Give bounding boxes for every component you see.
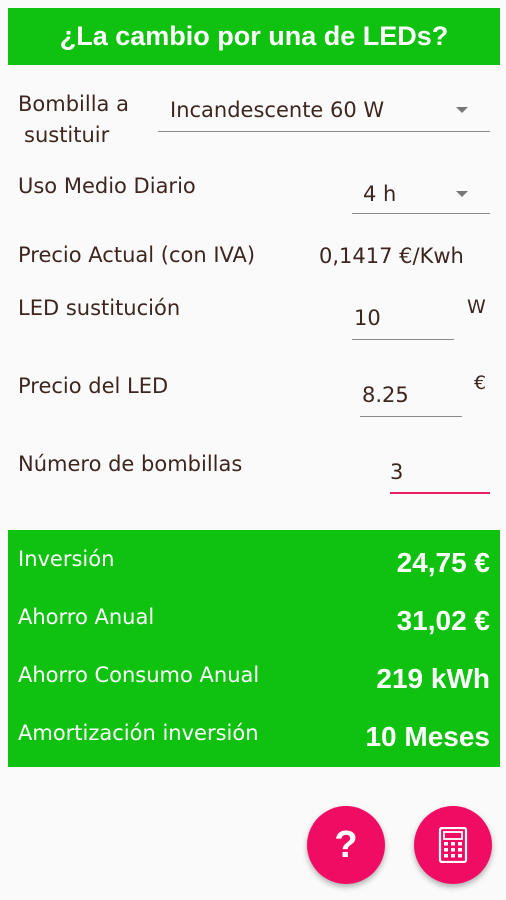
- led-price-unit: €: [474, 372, 487, 394]
- bulb-select-underline: [158, 131, 490, 132]
- led-watt-value: 10: [354, 306, 381, 330]
- led-price-label: Precio del LED: [18, 374, 169, 398]
- led-price-underline: [360, 416, 462, 417]
- app-header: ¿La cambio por una de LEDs?: [8, 8, 500, 65]
- dropdown-arrow-icon: [456, 191, 468, 197]
- led-watt-input[interactable]: 10: [352, 300, 454, 340]
- count-underline: [390, 492, 490, 494]
- annual-consumption-label: Ahorro Consumo Anual: [18, 663, 260, 687]
- usage-select-underline: [352, 213, 490, 214]
- payback-label: Amortización inversión: [18, 721, 259, 745]
- bulb-label-line1: Bombilla a: [18, 92, 129, 116]
- page-title: ¿La cambio por una de LEDs?: [59, 21, 449, 51]
- led-label: LED sustitución: [18, 296, 181, 320]
- usage-select[interactable]: 4 h: [352, 174, 490, 214]
- led-unit: W: [467, 296, 486, 318]
- bulb-label-line2: sustituir: [24, 123, 110, 147]
- dropdown-arrow-icon: [456, 107, 468, 113]
- results-panel: Inversión 24,75 € Ahorro Anual 31,02 € A…: [8, 530, 500, 767]
- annual-consumption-value: 219 kWh: [376, 663, 490, 694]
- investment-value: 24,75 €: [396, 547, 490, 578]
- payback-value: 10 Meses: [365, 721, 490, 752]
- bulb-select[interactable]: Incandescente 60 W: [158, 92, 490, 132]
- investment-label: Inversión: [18, 547, 115, 571]
- calculator-icon: [438, 827, 468, 863]
- usage-select-value: 4 h: [363, 182, 397, 206]
- annual-savings-label: Ahorro Anual: [18, 605, 155, 629]
- led-price-input[interactable]: 8.25: [360, 377, 462, 417]
- count-input[interactable]: 3: [390, 454, 490, 494]
- calculator-button[interactable]: [414, 806, 492, 884]
- help-button[interactable]: ?: [307, 806, 385, 884]
- bulb-select-value: Incandescente 60 W: [170, 98, 385, 122]
- price-label: Precio Actual (con IVA): [18, 243, 256, 267]
- led-watt-underline: [352, 339, 454, 340]
- annual-savings-value: 31,02 €: [396, 605, 490, 636]
- usage-label: Uso Medio Diario: [18, 174, 196, 198]
- count-value: 3: [390, 460, 404, 484]
- count-label: Número de bombillas: [18, 452, 243, 476]
- price-value: 0,1417 €/Kwh: [319, 244, 464, 268]
- led-price-value: 8.25: [362, 383, 409, 407]
- question-mark-icon: ?: [334, 823, 358, 866]
